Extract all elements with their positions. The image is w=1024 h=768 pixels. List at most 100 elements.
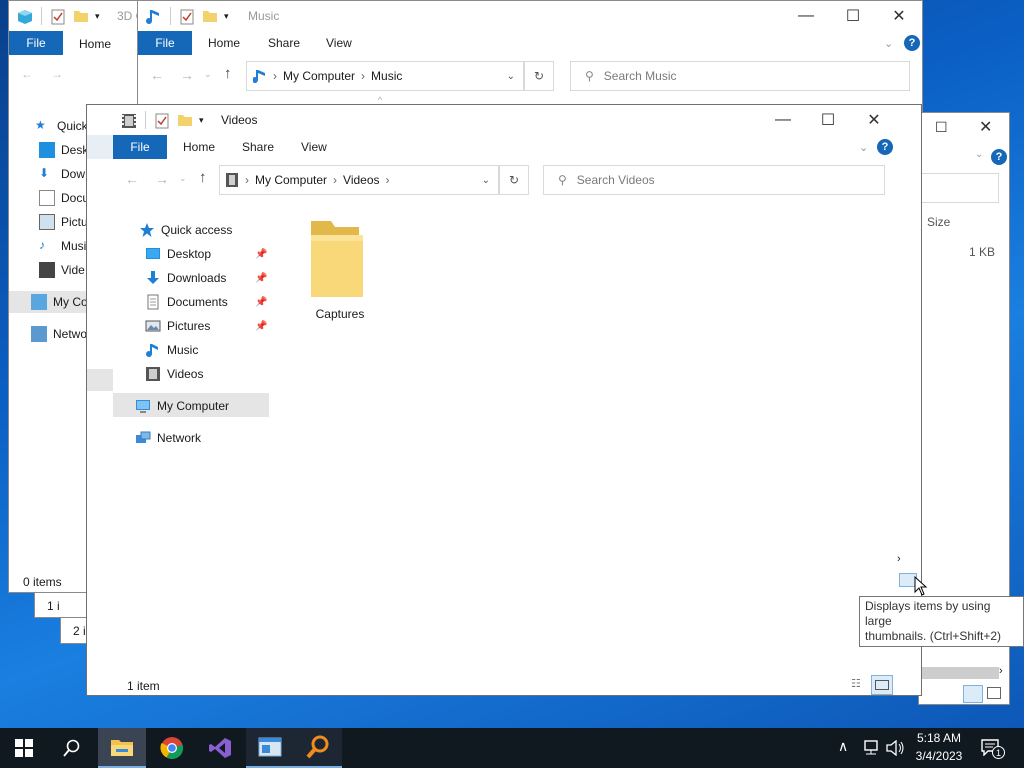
nav-videos[interactable]: Videos [145,363,203,385]
new-folder-icon[interactable] [73,9,89,23]
breadcrumb-music[interactable]: Music [371,69,402,83]
forward-arrow-icon[interactable]: → [155,171,169,187]
large-icons-view-icon[interactable] [987,687,1001,699]
nav-network[interactable]: Netwo [31,323,87,345]
pin-icon[interactable]: 📌 [255,249,267,260]
network-tray-icon[interactable] [862,740,880,756]
properties-icon[interactable] [51,9,65,25]
ribbon-collapse-icon[interactable]: ⌄ [859,141,868,154]
taskbar-file-explorer[interactable] [98,728,146,768]
refresh-button[interactable]: ↻ [524,61,554,91]
qat-dropdown-icon[interactable]: ▾ [95,11,100,22]
help-icon[interactable]: ? [904,35,920,51]
window-videos[interactable]: ▾ Videos — ☐ ✕ File Home Share View ⌄ ? … [86,104,922,696]
window-music[interactable]: ▾ Music — ☐ ✕ File Home Share View ⌄ ? ←… [137,0,923,112]
refresh-button[interactable]: ↻ [499,165,529,195]
search-input[interactable]: ⚲ Search Videos [543,165,885,195]
tab-file[interactable]: File [9,31,63,55]
tab-home[interactable]: Home [183,135,215,159]
action-center-button[interactable]: 1 [980,738,1005,759]
nav-documents[interactable]: Documents [145,291,228,313]
address-dropdown-icon[interactable]: ⌄ [482,175,490,186]
close-button[interactable]: ✕ [851,105,897,135]
scroll-right-icon[interactable]: › [897,553,901,565]
nav-my-computer[interactable]: My Co [31,291,88,313]
back-arrow-icon[interactable]: ← [125,171,139,187]
close-button[interactable]: ✕ [876,1,922,31]
nav-videos[interactable]: Vide [39,259,85,281]
tab-file[interactable]: File [113,135,167,159]
address-dropdown-icon[interactable]: ⌄ [507,71,515,82]
breadcrumb-my-computer[interactable]: My Computer [283,69,355,83]
folder-item-captures[interactable]: Captures [305,217,375,321]
taskbar-chrome[interactable] [148,728,196,768]
properties-icon[interactable] [155,113,169,129]
recent-dropdown-icon[interactable]: ⌄ [179,173,187,184]
up-arrow-icon[interactable]: ↑ [199,169,207,186]
breadcrumb-my-computer[interactable]: My Computer [255,173,327,187]
breadcrumb-videos[interactable]: Videos [343,173,379,187]
taskbar-search-tool[interactable] [294,728,342,768]
large-icons-view-button[interactable] [871,675,893,695]
minimize-button[interactable]: — [760,105,806,135]
nav-pictures[interactable]: Pictures [145,315,210,337]
nav-downloads[interactable]: Downloads [145,267,226,289]
nav-music[interactable]: ♪ Musi [39,235,86,257]
tab-share[interactable]: Share [268,31,300,55]
details-view-icon[interactable] [963,685,983,703]
nav-desktop[interactable]: Desk [39,139,88,161]
pin-icon[interactable]: 📌 [255,297,267,308]
tab-view[interactable]: View [326,31,352,55]
nav-network[interactable]: Network [135,427,201,449]
nav-desktop[interactable]: Desktop [145,243,211,265]
help-icon[interactable]: ? [877,139,893,155]
maximize-button[interactable]: ☐ [805,105,851,135]
recent-dropdown-icon[interactable]: ⌄ [204,69,212,80]
forward-arrow-icon[interactable]: → [51,67,63,81]
clock-time[interactable]: 5:18 AM [912,731,966,745]
properties-icon[interactable] [180,9,194,25]
ribbon-collapse-icon[interactable]: ⌄ [975,149,983,160]
address-bar[interactable]: › My Computer › Videos › ⌄ [219,165,499,195]
taskbar-app-window[interactable] [246,728,294,768]
new-folder-icon[interactable] [177,113,193,127]
scroll-right-icon[interactable]: › [999,665,1003,677]
search-input[interactable]: ⚲ Search Music [570,61,910,91]
nav-music[interactable]: Music [145,339,198,361]
nav-quick-access[interactable]: ★ Quick [35,115,88,137]
forward-arrow-icon[interactable]: → [180,67,194,83]
qat-dropdown-icon[interactable]: ▾ [199,115,204,126]
tab-home[interactable]: Home [208,31,240,55]
help-icon[interactable]: ? [991,149,1007,165]
nav-documents[interactable]: Docu [39,187,89,209]
search-button[interactable] [48,728,96,768]
ribbon-collapse-icon[interactable]: ⌄ [884,37,893,50]
back-arrow-icon[interactable]: ← [150,67,164,83]
nav-my-computer[interactable]: My Computer [135,395,229,417]
nav-quick-access[interactable]: Quick access [139,219,232,241]
back-arrow-icon[interactable]: ← [21,67,33,81]
nav-pictures[interactable]: Pictu [39,211,88,233]
details-view-icon[interactable]: ☷ [851,677,869,691]
up-arrow-icon[interactable]: ↑ [224,65,232,82]
maximize-button[interactable]: ☐ [935,119,948,136]
new-folder-icon[interactable] [202,9,218,23]
close-button[interactable]: ✕ [979,117,992,137]
tab-home[interactable]: Home [79,37,111,51]
volume-icon[interactable] [886,740,906,756]
horizontal-scrollbar[interactable] [919,667,999,679]
pin-icon[interactable]: 📌 [255,273,267,284]
tab-share[interactable]: Share [242,135,274,159]
maximize-button[interactable]: ☐ [830,1,876,31]
clock-date[interactable]: 3/4/2023 [912,749,966,763]
minimize-button[interactable]: — [783,1,829,31]
tab-file[interactable]: File [138,31,192,55]
start-button[interactable] [0,728,48,768]
pin-icon[interactable]: 📌 [255,321,267,332]
tab-view[interactable]: View [301,135,327,159]
nav-downloads[interactable]: ⬇ Dow [39,163,85,185]
taskbar-visual-studio[interactable] [196,728,244,768]
show-hidden-icons-icon[interactable]: ∧ [838,738,848,755]
qat-dropdown-icon[interactable]: ▾ [224,11,229,22]
column-size-header[interactable]: Size [927,215,950,229]
